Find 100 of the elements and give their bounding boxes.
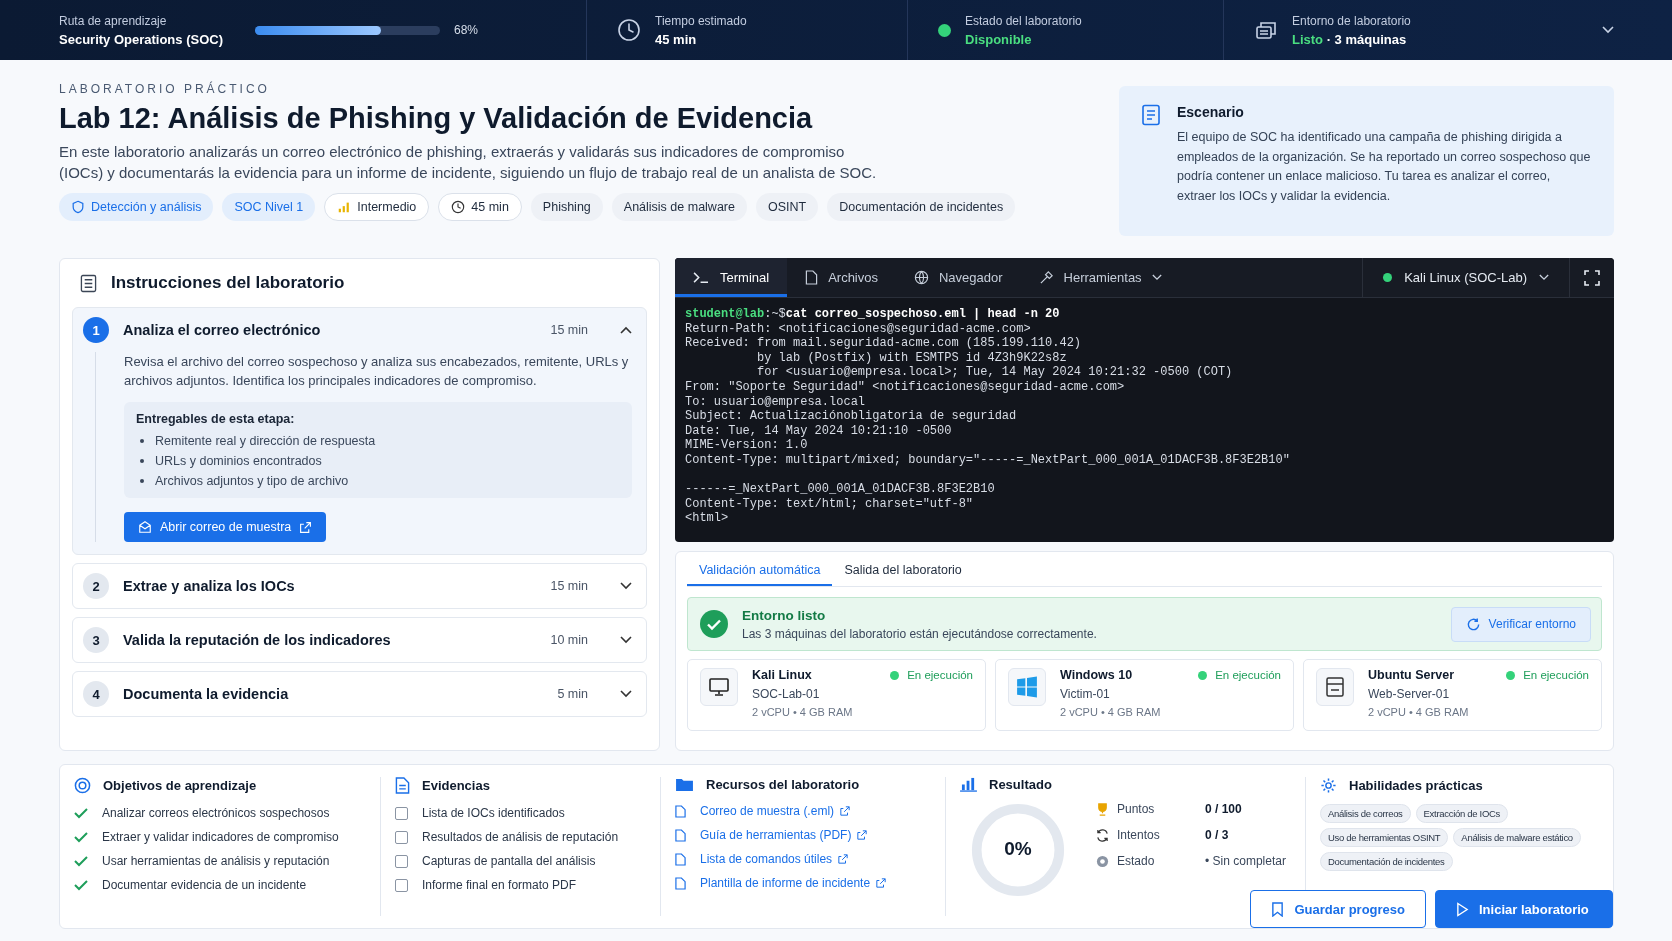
skill-chip: Extracción de IOCs bbox=[1415, 804, 1508, 823]
chevron-up-icon[interactable] bbox=[620, 326, 632, 334]
file-icon bbox=[675, 804, 686, 818]
validation-tab[interactable]: Salida del laboratorio bbox=[832, 555, 974, 586]
objective-item: Extraer y validar indicadores de compromiso bbox=[102, 830, 339, 844]
machine-name: Kali Linux bbox=[752, 668, 812, 682]
step-card[interactable]: 2 Extrae y analiza los IOCs 15 min bbox=[72, 563, 647, 609]
resource-link[interactable]: Correo de muestra (.eml) bbox=[700, 804, 851, 818]
fullscreen-icon[interactable] bbox=[1584, 269, 1600, 286]
time-label: Tiempo estimado bbox=[655, 13, 747, 28]
terminal-line: Received: from mail.seguridad-acme.com (185.199.110.42) bbox=[685, 336, 1083, 351]
panel-title: Instrucciones del laboratorio bbox=[111, 273, 345, 293]
envelope-icon bbox=[138, 520, 152, 534]
caret-icon bbox=[1151, 274, 1162, 281]
open-sample-button[interactable]: Abrir correo de muestra bbox=[124, 512, 327, 542]
resource-link[interactable]: Plantilla de informe de incidente bbox=[700, 876, 887, 890]
status-circle-icon bbox=[1096, 854, 1109, 868]
banner-title: Entorno listo bbox=[742, 607, 827, 623]
skill-chip: Uso de herramientas OSINT bbox=[1320, 828, 1449, 847]
scenario-title: Escenario bbox=[1177, 104, 1245, 120]
machine-status: En ejecución bbox=[1198, 668, 1281, 682]
section-title: Resultado bbox=[989, 777, 1052, 792]
terminal-line: Subject: Actualizaciónobligatoria de seguridad bbox=[685, 409, 1018, 424]
step-number: 1 bbox=[83, 317, 109, 343]
workspace-tab[interactable]: Navegador bbox=[896, 258, 1021, 297]
objective-item: Usar herramientas de análisis y reputación bbox=[102, 854, 330, 868]
path-label: Ruta de aprendizaje bbox=[59, 13, 168, 28]
file-icon bbox=[675, 852, 686, 866]
step-duration: 10 min bbox=[550, 633, 588, 647]
bullet-icon bbox=[140, 439, 144, 443]
checkbox[interactable] bbox=[395, 854, 408, 868]
start-lab-button[interactable]: Iniciar laboratorio bbox=[1435, 890, 1613, 928]
status-label: Estado del laboratorio bbox=[965, 13, 1082, 28]
machine-name: Ubuntu Server bbox=[1368, 668, 1455, 682]
chevron-down-icon[interactable] bbox=[620, 582, 632, 590]
resource-link[interactable]: Lista de comandos útiles bbox=[700, 852, 849, 866]
refresh-icon bbox=[1096, 828, 1109, 842]
status-dot bbox=[938, 23, 951, 37]
terminal-line: Return-Path: <notificaciones@seguridad-acme.com> bbox=[685, 321, 1032, 337]
terminal-line: for <usuario@empresa.local>; Tue, 14 May 2024 10:21:32 -0500 (COT) bbox=[756, 365, 1234, 380]
resource-link[interactable]: Guía de herramientas (PDF) bbox=[700, 828, 868, 842]
tag: Análisis de malware bbox=[611, 193, 747, 221]
machine-specs: 2 vCPU • 4 GB RAM bbox=[1368, 706, 1470, 718]
chevron-down-icon[interactable] bbox=[620, 636, 632, 644]
checkbox[interactable] bbox=[395, 878, 408, 892]
machine-status: En ejecución bbox=[890, 668, 973, 682]
stat-value: 0 / 3 bbox=[1205, 828, 1229, 842]
terminal-line: <html> bbox=[685, 511, 730, 526]
stat-value: • Sin completar bbox=[1205, 854, 1286, 868]
evidence-item: Resultados de análisis de reputación bbox=[422, 830, 619, 844]
step-card[interactable]: 3 Valida la reputación de los indicadores 10 min bbox=[72, 617, 647, 663]
section-title: Evidencias bbox=[422, 778, 490, 793]
external-link-icon bbox=[299, 520, 313, 534]
terminal-line: Content-Type: multipart/mixed; boundary="-----=_NextPart_000_001A_01DACF3B.8F3E2B10" bbox=[685, 452, 1291, 468]
evidence-item: Informe final en formato PDF bbox=[422, 878, 577, 892]
bar-chart-icon bbox=[960, 777, 977, 792]
skill-chip: Documentación de incidentes bbox=[1320, 852, 1453, 871]
lab-title: Lab 12: Análisis de Phishing y Validación de Evidencia bbox=[59, 102, 814, 135]
environment-value: Listo · 3 máquinas bbox=[1292, 31, 1408, 47]
step-number: 4 bbox=[83, 681, 109, 707]
step-duration: 15 min bbox=[550, 579, 588, 593]
scenario-text: El equipo de SOC ha identificado una campaña de phishing dirigida a empleados de la organización. Se ha reportado un correo sospechoso que podría contener un enlace malicioso. Tu tarea es analizar el correo, extraer los IOCs y validar la evidencia. bbox=[1177, 129, 1592, 205]
chevron-down-icon[interactable] bbox=[620, 690, 632, 698]
deliverable-item: URLs y dominios encontrados bbox=[155, 454, 322, 468]
deliverables-title: Entregables de esta etapa: bbox=[136, 412, 296, 426]
checkbox[interactable] bbox=[395, 830, 408, 844]
target-icon bbox=[74, 777, 91, 794]
machine-host: Victim-01 bbox=[1060, 687, 1111, 701]
step-card[interactable] bbox=[72, 307, 647, 555]
terminal-line: From: "Soporte Seguridad" <notificaciones@seguridad-acme.com> bbox=[685, 379, 1126, 395]
status-dot bbox=[1383, 273, 1393, 282]
terminal-line: by lab (Postfix) with ESMTPS id 4Z3h9K22s8z bbox=[756, 350, 1068, 366]
step-duration: 15 min bbox=[550, 323, 588, 337]
wrench-icon bbox=[1038, 270, 1054, 285]
time-value: 45 min bbox=[655, 31, 698, 47]
stat-label: Estado bbox=[1117, 854, 1156, 868]
step-card[interactable]: 4 Documenta la evidencia 5 min bbox=[72, 671, 647, 717]
checkbox[interactable] bbox=[395, 806, 408, 820]
verify-button[interactable]: Verificar entorno bbox=[1450, 606, 1591, 642]
workspace-tab[interactable]: Archivos bbox=[787, 258, 896, 297]
validation-tab[interactable]: Validación automática bbox=[687, 555, 833, 586]
tag: Intermedio bbox=[324, 193, 430, 221]
list-icon bbox=[80, 273, 97, 293]
machine-status: En ejecución bbox=[1506, 668, 1589, 682]
machine-host: Web-Server-01 bbox=[1368, 687, 1451, 701]
workspace-tab[interactable]: Herramientas bbox=[1020, 258, 1180, 297]
save-progress-button[interactable]: Guardar progreso bbox=[1250, 890, 1426, 928]
trophy-icon bbox=[1096, 802, 1109, 816]
section-title: Habilidades prácticas bbox=[1349, 778, 1483, 793]
workspace-tab[interactable]: Terminal bbox=[675, 258, 788, 297]
machine-select[interactable]: Kali Linux (SOC-Lab) bbox=[1362, 258, 1570, 297]
file-icon bbox=[805, 270, 819, 285]
signal-bars-icon bbox=[337, 200, 352, 214]
step-number: 2 bbox=[83, 573, 109, 599]
step-description: Revisa el archivo del correo sospechoso y analiza sus encabezados, remitente, URLs y archivos adjuntos. Identifica los principales indicadores de compromiso. bbox=[124, 353, 630, 390]
evidence-item: Lista de IOCs identificados bbox=[422, 806, 565, 820]
globe-icon bbox=[914, 270, 929, 285]
step-title: Analiza el correo electrónico bbox=[123, 322, 322, 338]
path-value: Security Operations (SOC) bbox=[59, 31, 223, 47]
machine-specs: 2 vCPU • 4 GB RAM bbox=[1060, 706, 1162, 718]
